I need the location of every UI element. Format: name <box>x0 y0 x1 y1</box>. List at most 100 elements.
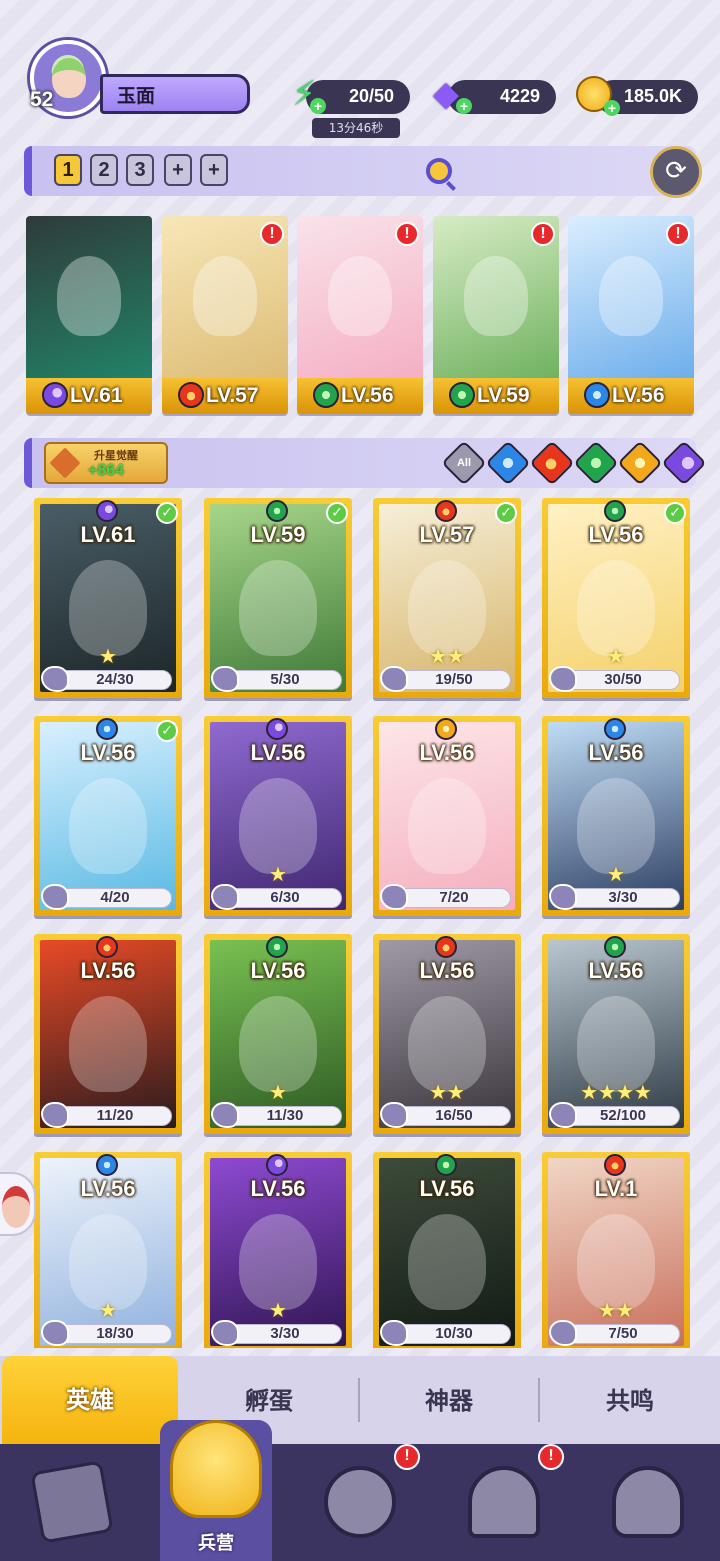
team-slot-add-2[interactable]: + <box>200 154 228 186</box>
hero-level: LV.56 <box>588 958 644 983</box>
tab-resonance[interactable]: 共鸣 <box>540 1356 720 1444</box>
gem-value: 4229 <box>499 86 540 106</box>
star-rating: ★ <box>607 644 625 668</box>
hero-filter-bar: 升星觉醒 +864 All <box>24 438 707 488</box>
shard-count: 6/30 <box>270 889 300 906</box>
dark-element-icon <box>266 1154 288 1176</box>
hero-level: LV.56 <box>250 740 306 765</box>
tab-artifact[interactable]: 神器 <box>360 1356 538 1444</box>
hero-card[interactable]: LV.1 ★★ 7/50 <box>542 1152 690 1348</box>
hero-level: LV.56 <box>80 958 136 983</box>
hero-card[interactable]: LV.56 ★ 6/30 <box>204 716 352 916</box>
team-slot-2[interactable]: 2 <box>90 154 118 186</box>
gold-add-button[interactable]: + <box>604 100 620 116</box>
hero-card[interactable]: LV.56 ✓ 4/20 <box>34 716 182 916</box>
hero-card[interactable]: LV.56 ★ 3/30 <box>542 716 690 916</box>
water-element-icon <box>584 382 610 408</box>
star-awaken-button[interactable]: 升星觉醒 +864 <box>44 442 168 484</box>
hero-card[interactable]: LV.57 ✓ ★★ 19/50 <box>373 498 521 698</box>
star-rating: ★★ <box>429 1080 465 1104</box>
team-member-card[interactable]: LV.59! <box>433 216 559 414</box>
hero-card[interactable]: LV.56 ★★★★ 52/100 <box>542 934 690 1134</box>
hero-card[interactable]: LV.61 ✓ ★ 24/30 <box>34 498 182 698</box>
nav-shop[interactable]: ! <box>432 1444 576 1561</box>
hero-figure <box>408 778 486 874</box>
deployed-check-icon: ✓ <box>664 502 686 524</box>
shard-count: 30/50 <box>604 671 642 688</box>
shard-icon <box>211 1320 239 1346</box>
star-rating: ★ <box>607 862 625 886</box>
star-rating: ★★★★ <box>580 1080 652 1104</box>
filter-water-icon[interactable] <box>485 440 531 486</box>
hero-figure <box>408 996 486 1092</box>
nav-cards[interactable] <box>0 1444 144 1561</box>
hero-figure <box>408 1214 486 1310</box>
search-icon[interactable] <box>426 158 452 184</box>
shard-count: 3/30 <box>608 889 638 906</box>
hero-figure <box>577 996 655 1092</box>
hero-card[interactable]: LV.56 ★ 18/30 <box>34 1152 182 1348</box>
shard-progress: 11/30 <box>211 1102 342 1128</box>
shard-progress: 24/30 <box>41 666 172 692</box>
shard-count: 18/30 <box>96 1325 134 1342</box>
barracks-label: 兵营 <box>198 1533 234 1554</box>
filter-fire-icon[interactable] <box>529 440 575 486</box>
hero-card[interactable]: LV.56 ✓ ★ 30/50 <box>542 498 690 698</box>
team-member-card[interactable]: LV.56! <box>568 216 694 414</box>
fire-element-icon <box>435 500 457 522</box>
filter-wind-icon[interactable] <box>573 440 619 486</box>
tab-heroes[interactable]: 英雄 <box>2 1356 178 1444</box>
filter-all-label: All <box>456 457 472 469</box>
hero-card[interactable]: LV.56 ★★ 16/50 <box>373 934 521 1134</box>
awaken-label: 升星觉醒 <box>94 449 138 462</box>
hero-card[interactable]: LV.56 ★ 11/30 <box>204 934 352 1134</box>
deployed-check-icon: ✓ <box>495 502 517 524</box>
top-bar: 52 玉面 20/50 ⚡ + 13分46秒 4229 ◆ + 185.0K + <box>0 38 720 138</box>
section-tabs: 英雄 孵蛋 神器 共鸣 <box>0 1356 720 1444</box>
team-swap-icon[interactable]: ⟳ <box>650 146 702 198</box>
wind-element-icon <box>604 500 626 522</box>
nav-map[interactable]: ! <box>288 1444 432 1561</box>
shard-count: 52/100 <box>600 1107 646 1124</box>
alert-badge: ! <box>666 222 690 246</box>
team-slot-add-1[interactable]: + <box>164 154 192 186</box>
map-icon <box>324 1466 396 1538</box>
team-slot-3[interactable]: 3 <box>126 154 154 186</box>
star-rating: ★ <box>99 1298 117 1322</box>
hero-card[interactable]: LV.56 10/30 <box>373 1152 521 1348</box>
player-level: 52 <box>30 88 54 111</box>
shard-icon <box>211 666 239 692</box>
hero-level: LV.56 <box>250 958 306 983</box>
shard-icon <box>549 1102 577 1128</box>
star-rating: ★ <box>269 862 287 886</box>
gem-add-button[interactable]: + <box>456 98 472 114</box>
hero-card[interactable]: LV.56 ★ 3/30 <box>204 1152 352 1348</box>
alert-badge: ! <box>531 222 555 246</box>
hero-level: LV.56 <box>588 740 644 765</box>
team-slot-1[interactable]: 1 <box>54 154 82 186</box>
player-name[interactable]: 玉面 <box>100 74 250 114</box>
shard-icon <box>41 666 69 692</box>
hero-card[interactable]: LV.59 ✓ 5/30 <box>204 498 352 698</box>
shard-count: 19/50 <box>435 671 473 688</box>
sword-icon <box>49 447 81 479</box>
hero-level: LV.59 <box>250 522 306 547</box>
hero-figure <box>69 778 147 874</box>
shard-icon <box>41 1320 69 1346</box>
filter-all-button[interactable]: All <box>441 440 487 486</box>
shard-icon <box>549 884 577 910</box>
dark-element-icon <box>42 382 68 408</box>
hero-figure <box>577 1214 655 1310</box>
filter-light-icon[interactable] <box>617 440 663 486</box>
team-member-card[interactable]: LV.61 <box>26 216 152 414</box>
hero-level: LV.1 <box>594 1176 638 1201</box>
energy-add-button[interactable]: + <box>310 98 326 114</box>
team-member-card[interactable]: LV.56! <box>297 216 423 414</box>
hero-card[interactable]: LV.56 7/20 <box>373 716 521 916</box>
side-helper-avatar[interactable] <box>0 1172 36 1236</box>
shard-count: 24/30 <box>96 671 134 688</box>
hero-card[interactable]: LV.56 11/20 <box>34 934 182 1134</box>
team-member-card[interactable]: LV.57! <box>162 216 288 414</box>
nav-barracks[interactable]: 兵营 <box>160 1420 272 1561</box>
nav-mage[interactable] <box>576 1444 720 1561</box>
